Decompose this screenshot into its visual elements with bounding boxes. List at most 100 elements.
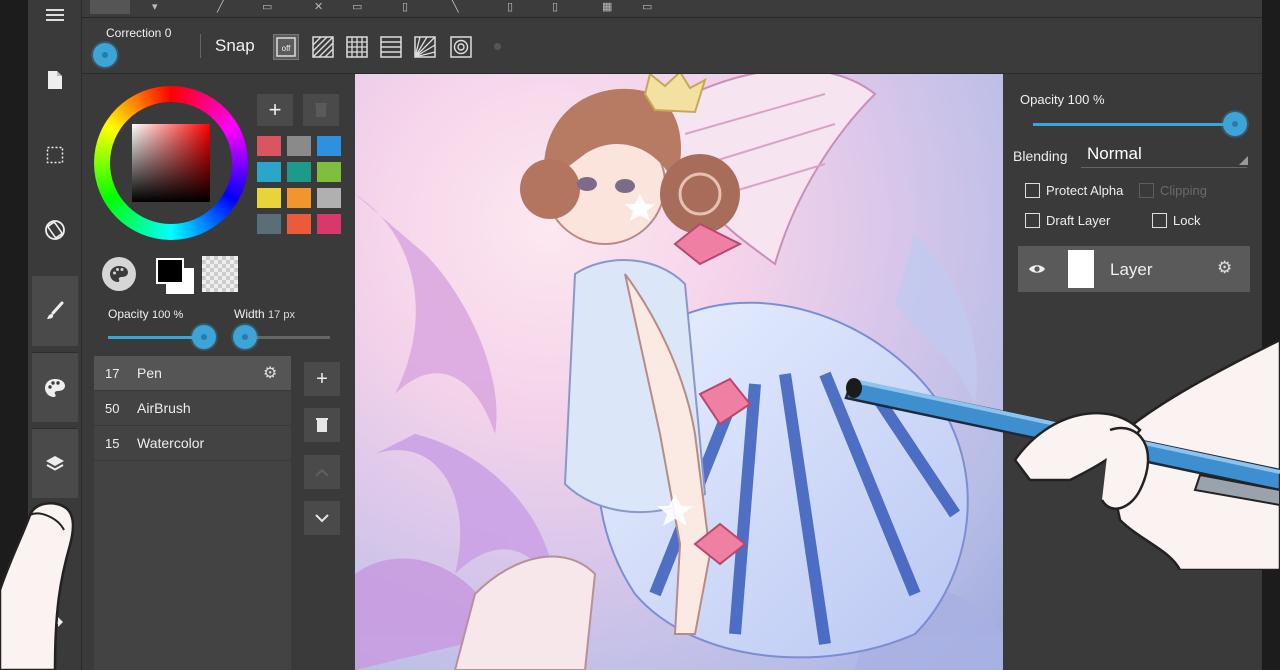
tool-icon[interactable]: ▭: [642, 0, 652, 13]
lock-checkbox[interactable]: Lock: [1152, 213, 1200, 228]
brush-color-panel: + Opacity 100 % Width 17 px 17 Pen ⚙ 50: [82, 74, 355, 670]
radial-snap-button[interactable]: [412, 34, 438, 60]
brush-row-airbrush[interactable]: 50 AirBrush: [94, 391, 291, 426]
palette-icon: [110, 266, 128, 282]
brush-tool-button[interactable]: [32, 276, 78, 346]
palette-button[interactable]: [102, 257, 136, 291]
color-swatch[interactable]: [257, 188, 281, 208]
new-file-button[interactable]: [32, 45, 78, 115]
layers-tool-button[interactable]: [32, 428, 78, 498]
brush-toolbar: Correction 0 Snap off: [82, 18, 1262, 74]
correction-label: Correction 0: [106, 26, 172, 40]
parallel-snap-button[interactable]: [310, 34, 336, 60]
foreground-background-colors[interactable]: [152, 254, 196, 296]
tool-icon[interactable]: ▭: [352, 0, 362, 13]
tool-icon[interactable]: ▦: [602, 0, 612, 13]
color-swatch[interactable]: [257, 162, 281, 182]
gear-icon[interactable]: ⚙: [1217, 258, 1232, 278]
horizontal-snap-button[interactable]: [378, 34, 404, 60]
move-brush-down-button[interactable]: [304, 501, 340, 535]
clipping-checkbox[interactable]: Clipping: [1139, 183, 1207, 198]
tool-icon[interactable]: ▾: [152, 0, 158, 13]
chevron-up-icon: [315, 468, 329, 477]
tool-icon[interactable]: ✕: [314, 0, 323, 13]
color-swatch[interactable]: [287, 136, 311, 156]
color-swatch[interactable]: [317, 162, 341, 182]
transparent-color-chip[interactable]: [202, 256, 238, 292]
menu-button[interactable]: [32, 0, 78, 50]
tool-button-active[interactable]: [90, 0, 130, 14]
add-brush-button[interactable]: +: [304, 362, 340, 396]
color-swatch[interactable]: [257, 136, 281, 156]
tool-icon[interactable]: ▯: [552, 0, 558, 13]
visibility-toggle[interactable]: [1026, 258, 1048, 280]
tool-icon[interactable]: ╱: [217, 0, 224, 13]
color-swatch[interactable]: [317, 136, 341, 156]
protect-alpha-label: Protect Alpha: [1046, 183, 1124, 198]
rotate-button[interactable]: [32, 195, 78, 265]
brush-row-watercolor[interactable]: 15 Watercolor: [94, 426, 291, 461]
foreground-color-chip[interactable]: [156, 258, 184, 284]
delete-color-button[interactable]: [303, 94, 339, 126]
dropdown-corner-icon: [1239, 156, 1248, 165]
blending-mode-select[interactable]: Normal: [1087, 144, 1142, 164]
main-toolbar: ▾ ╱ ▭ ✕ ▭ ▯ ╲ ▯ ▯ ▦ ▭: [82, 0, 1262, 18]
plus-icon: +: [268, 97, 282, 122]
clipping-label: Clipping: [1160, 183, 1207, 198]
color-swatch[interactable]: [317, 214, 341, 234]
tool-icon[interactable]: ╲: [452, 0, 459, 13]
snap-label: Snap: [215, 36, 255, 55]
snap-off-icon: off: [276, 37, 296, 57]
color-swatch[interactable]: [317, 188, 341, 208]
layer-opacity-knob[interactable]: [1223, 112, 1247, 136]
color-swatch[interactable]: [287, 162, 311, 182]
brush-name: Pen: [137, 365, 162, 381]
brush-opacity-slider[interactable]: [108, 336, 204, 339]
brush-name: Watercolor: [137, 435, 205, 451]
color-tool-button[interactable]: [32, 352, 78, 422]
draft-layer-label: Draft Layer: [1046, 213, 1111, 228]
color-wheel[interactable]: [94, 86, 248, 240]
correction-slider-knob[interactable]: [93, 43, 117, 67]
brush-opacity-knob[interactable]: [192, 325, 216, 349]
checkbox-icon: [1139, 183, 1154, 198]
brush-row-pen[interactable]: 17 Pen ⚙: [94, 356, 291, 391]
snap-off-button[interactable]: off: [273, 34, 299, 60]
tool-icon[interactable]: ▯: [402, 0, 408, 13]
eye-icon: [1029, 265, 1045, 273]
selection-button[interactable]: [32, 120, 78, 190]
radial-snap-icon: [414, 36, 436, 58]
brush-width-label: Width 17 px: [234, 307, 295, 321]
tool-icon[interactable]: ▭: [262, 0, 272, 13]
color-swatch[interactable]: [257, 214, 281, 234]
color-swatch[interactable]: [287, 214, 311, 234]
brush-width-knob[interactable]: [233, 325, 257, 349]
layer-row[interactable]: Layer ⚙: [1018, 246, 1250, 292]
brush-size: 15: [105, 435, 120, 451]
brush-icon: [47, 301, 64, 319]
grid-snap-icon: [346, 36, 368, 58]
layers-icon: [46, 455, 64, 471]
grid-snap-button[interactable]: [344, 34, 370, 60]
move-brush-up-button[interactable]: [304, 455, 340, 489]
blending-label: Blending: [1013, 148, 1068, 164]
checkbox-icon: [1152, 213, 1167, 228]
brush-size: 17: [105, 365, 120, 381]
new-file-icon: [48, 71, 62, 89]
saturation-value-square[interactable]: [132, 124, 210, 202]
chevron-down-icon: [315, 513, 329, 522]
snap-more-dot[interactable]: [494, 43, 501, 50]
draft-layer-checkbox[interactable]: Draft Layer: [1025, 213, 1110, 228]
finger-illustration: [0, 502, 75, 670]
tool-icon[interactable]: ▯: [507, 0, 513, 13]
circle-snap-button[interactable]: [448, 34, 474, 60]
color-swatch[interactable]: [287, 188, 311, 208]
checkbox-icon: [1025, 213, 1040, 228]
layer-thumbnail: [1068, 250, 1094, 288]
add-color-button[interactable]: +: [257, 94, 293, 126]
lock-label: Lock: [1173, 213, 1201, 228]
protect-alpha-checkbox[interactable]: Protect Alpha: [1025, 183, 1123, 198]
layer-opacity-slider[interactable]: [1033, 123, 1235, 126]
delete-brush-button[interactable]: [304, 408, 340, 442]
gear-icon[interactable]: ⚙: [263, 363, 291, 383]
